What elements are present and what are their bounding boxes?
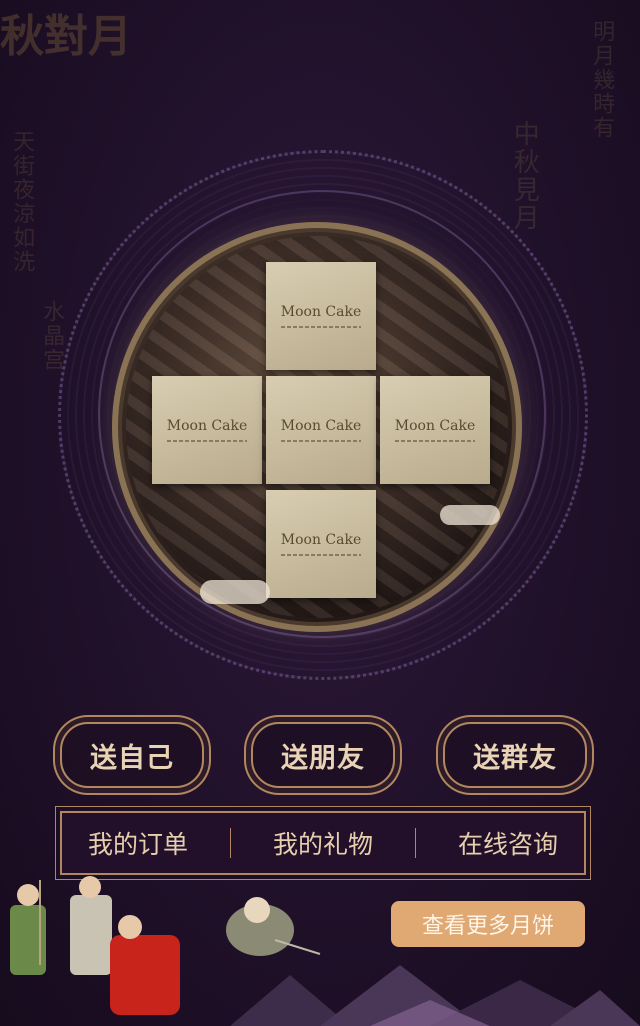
mooncake-box-center: Moon Cake <box>266 376 376 484</box>
send-to-group-button[interactable]: 送群友 <box>443 722 587 788</box>
mountain-landscape <box>230 965 640 1026</box>
box-fineprint <box>281 554 361 556</box>
bg-calligraphy-col: 水晶宫 <box>39 300 65 372</box>
send-to-self-label: 送自己 <box>90 742 174 774</box>
my-orders-link[interactable]: 我的订单 <box>78 825 198 861</box>
send-to-friend-button[interactable]: 送朋友 <box>251 722 395 788</box>
bottom-nav: 我的订单 我的礼物 在线咨询 <box>60 811 586 875</box>
online-consult-link[interactable]: 在线咨询 <box>448 825 568 861</box>
ancient-figures-illustration <box>10 876 180 1015</box>
send-to-friend-label: 送朋友 <box>281 742 365 774</box>
send-to-self-button[interactable]: 送自己 <box>60 722 204 788</box>
box-fineprint <box>281 440 361 442</box>
mooncake-box-label: Moon Cake <box>280 304 362 320</box>
mooncake-box-right: Moon Cake <box>380 376 490 484</box>
box-fineprint <box>281 326 361 328</box>
mooncake-box-top: Moon Cake <box>266 262 376 370</box>
mooncake-box-label: Moon Cake <box>280 418 362 434</box>
bg-calligraphy-text: 中秋見月 <box>509 120 540 232</box>
bg-calligraphy-text: 秋對月 <box>0 11 132 62</box>
mooncake-box-bottom: Moon Cake <box>266 490 376 598</box>
view-more-label: 查看更多月饼 <box>421 914 554 939</box>
bg-calligraphy-text: 明月幾時有 <box>589 20 615 140</box>
nav-divider <box>414 828 416 858</box>
cloud-decoration <box>440 505 500 525</box>
nav-divider <box>229 828 231 858</box>
bg-calligraphy-col: 明月幾時有 <box>589 20 615 140</box>
mooncake-box-left: Moon Cake <box>152 376 262 484</box>
view-more-mooncakes-button[interactable]: 查看更多月饼 <box>391 901 585 947</box>
bg-calligraphy-col: 中秋見月 <box>509 120 540 232</box>
bg-calligraphy-text: 水晶宫 <box>39 300 65 372</box>
bg-calligraphy-text: 天街夜涼如洗 <box>9 130 35 274</box>
cloud-decoration <box>200 580 270 604</box>
bg-calligraphy-col: 天街夜涼如洗 <box>9 130 35 274</box>
bg-calligraphy-top-left: 秋對月 <box>0 0 132 64</box>
mooncake-box-label: Moon Cake <box>394 418 476 434</box>
my-gifts-link[interactable]: 我的礼物 <box>263 825 383 861</box>
send-to-group-label: 送群友 <box>473 742 557 774</box>
mooncake-box-label: Moon Cake <box>280 532 362 548</box>
mooncake-box-label: Moon Cake <box>166 418 248 434</box>
box-fineprint <box>167 440 247 442</box>
box-fineprint <box>395 440 475 442</box>
